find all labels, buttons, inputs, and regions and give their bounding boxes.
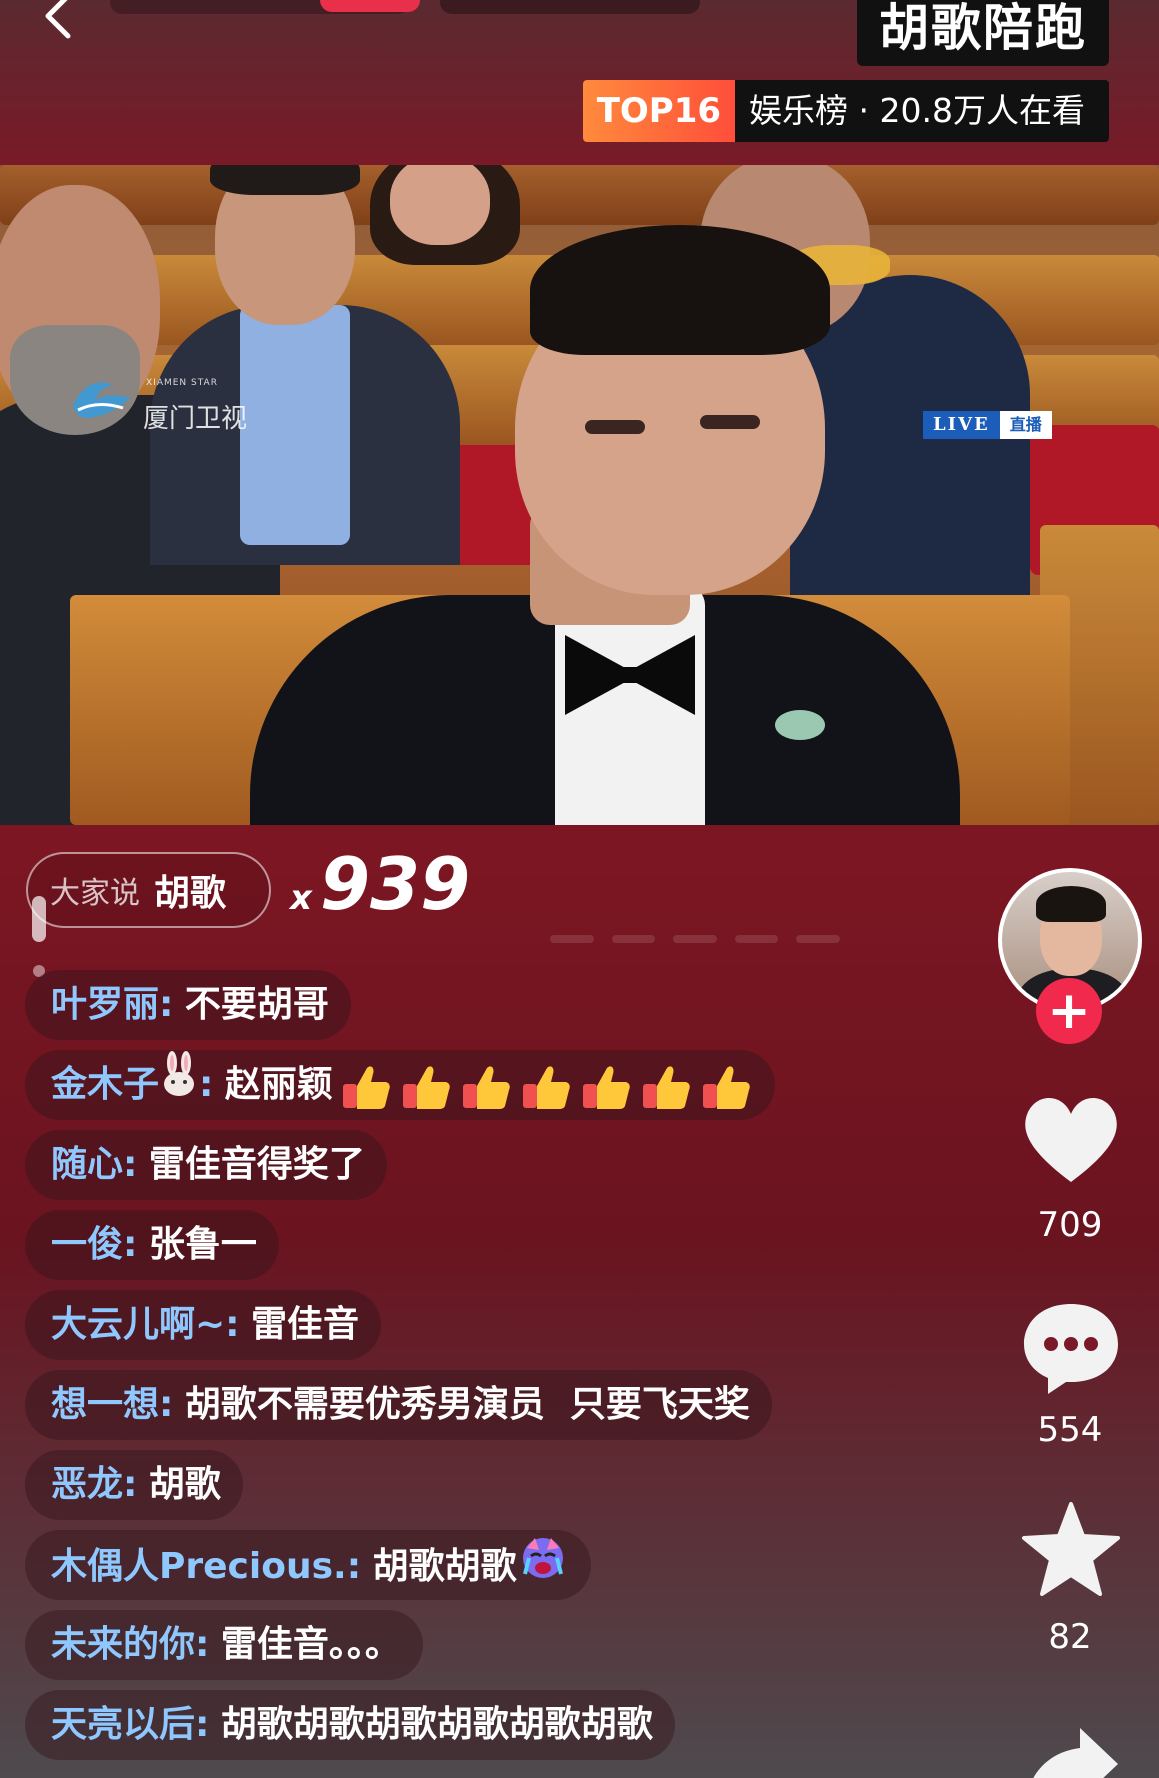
thumbs-group	[333, 1064, 753, 1109]
hot-keyword-count: x 939	[290, 842, 470, 926]
like-count: 709	[1037, 1205, 1103, 1245]
comment-text: 胡歌胡歌	[372, 1546, 517, 1587]
comment-text: 雷佳音	[251, 1304, 360, 1345]
live-tag: LIVE 直播	[923, 411, 1055, 439]
comment-user[interactable]: 金木子	[51, 1064, 159, 1105]
follow-anchor-button[interactable]	[320, 0, 420, 12]
rank-viewers-text: 娱乐榜 · 20.8万人在看	[735, 80, 1109, 142]
follow-plus-button[interactable]: +	[1036, 978, 1102, 1044]
thumbs-up-emoji-icon	[401, 1060, 453, 1112]
comment-item[interactable]: 大云儿啊~: 雷佳音	[25, 1290, 382, 1360]
audience-hair	[210, 165, 360, 195]
comment-text: 雷佳音得奖了	[148, 1144, 365, 1185]
comment-user[interactable]: 一俊:	[51, 1224, 137, 1265]
eye	[700, 415, 760, 429]
heart-icon[interactable]	[1018, 1090, 1124, 1190]
comment-user[interactable]: 叶罗丽:	[51, 984, 173, 1025]
thumbs-up-emoji-icon	[641, 1060, 693, 1112]
back-icon[interactable]	[36, 0, 86, 50]
comment-item[interactable]: 随心: 雷佳音得奖了	[25, 1130, 387, 1200]
crying-face-emoji-icon	[517, 1530, 569, 1606]
count-value: 939	[319, 842, 471, 926]
comment-user[interactable]: 未来的你:	[51, 1624, 209, 1665]
hot-keyword-label: 大家说	[50, 876, 140, 911]
audience-face	[390, 165, 490, 245]
channel-logo: XIAMEN STAR 厦门卫视	[68, 370, 258, 440]
comment-user[interactable]: 大云儿啊~:	[51, 1304, 240, 1345]
thumbs-up-emoji-icon	[461, 1060, 513, 1112]
comment-item[interactable]: 金木子: 赵丽颖	[25, 1050, 775, 1120]
share-icon[interactable]	[1018, 1718, 1124, 1778]
hot-keyword-pill[interactable]: 大家说 胡歌	[26, 852, 271, 928]
star-icon[interactable]	[1018, 1500, 1124, 1600]
comment-item[interactable]: 天亮以后: 胡歌胡歌胡歌胡歌胡歌胡歌	[25, 1690, 675, 1760]
comment-user[interactable]: 天亮以后:	[51, 1704, 209, 1745]
wave-logo-icon	[73, 382, 130, 418]
comment-user[interactable]: 恶龙:	[51, 1464, 137, 1505]
comment-text: 胡歌	[148, 1464, 221, 1505]
rank-banner[interactable]: TOP16 娱乐榜 · 20.8万人在看	[582, 80, 1109, 142]
faint-dashes	[550, 935, 840, 943]
thumbs-up-emoji-icon	[521, 1060, 573, 1112]
comment-text: 雷佳音。。。	[220, 1624, 401, 1665]
watermark-cn: 厦门卫视	[143, 404, 248, 434]
comment-text: 胡歌胡歌胡歌胡歌胡歌胡歌	[220, 1704, 653, 1745]
main-person-hair	[530, 225, 830, 355]
comment-count: 554	[1037, 1410, 1103, 1450]
comment-item[interactable]: 未来的你: 雷佳音。。。	[25, 1610, 423, 1680]
live-video[interactable]: XIAMEN STAR 厦门卫视 LIVE 直播	[0, 165, 1159, 825]
live-tag-cn: 直播	[999, 411, 1052, 439]
comment-text: 赵丽颖	[224, 1064, 333, 1105]
comment-scroll-handle[interactable]	[32, 896, 46, 942]
hot-keyword: 胡歌	[154, 873, 227, 914]
comment-text: 不要胡哥	[184, 984, 329, 1025]
comment-text: 胡歌不需要优秀男演员 只要飞天奖	[184, 1384, 750, 1425]
comment-item[interactable]: 想一想: 胡歌不需要优秀男演员 只要飞天奖	[25, 1370, 772, 1440]
seat-row	[0, 165, 1159, 225]
thumbs-up-emoji-icon	[341, 1060, 393, 1112]
comment-user-suffix: :	[199, 1064, 214, 1105]
count-prefix: x	[290, 878, 312, 918]
comment-text: 张鲁一	[148, 1224, 257, 1265]
comment-user[interactable]: 木偶人Precious.:	[51, 1546, 361, 1587]
comment-user[interactable]: 随心:	[51, 1144, 137, 1185]
brooch	[775, 710, 825, 740]
comment-item[interactable]: 恶龙: 胡歌	[25, 1450, 243, 1520]
anchor-info-strip[interactable]	[110, 0, 700, 18]
top-bar: 胡歌陪跑 TOP16 娱乐榜 · 20.8万人在看	[0, 0, 1159, 165]
watermark-en: XIAMEN STAR	[146, 378, 218, 388]
live-tag-en: LIVE	[923, 411, 1000, 439]
thumbs-up-emoji-icon	[581, 1060, 633, 1112]
comment-item[interactable]: 一俊: 张鲁一	[25, 1210, 279, 1280]
channel-title: 胡歌陪跑	[857, 0, 1109, 66]
comment-item[interactable]: 叶罗丽: 不要胡哥	[25, 970, 351, 1040]
favorite-count: 82	[1048, 1617, 1092, 1657]
thumbs-up-emoji-icon	[701, 1060, 753, 1112]
rabbit-emoji-icon	[159, 1051, 199, 1121]
eye	[585, 420, 645, 434]
audience-pill[interactable]	[440, 0, 700, 14]
avatar-hair	[1036, 886, 1106, 922]
rank-badge: TOP16	[582, 80, 736, 142]
comment-list[interactable]: 叶罗丽: 不要胡哥 金木子: 赵丽颖 随心: 雷佳音得奖了 一俊: 张鲁一 大云…	[25, 970, 925, 1770]
comment-bubble-icon[interactable]	[1018, 1298, 1124, 1398]
comment-user[interactable]: 想一想:	[51, 1384, 173, 1425]
comment-item[interactable]: 木偶人Precious.: 胡歌胡歌	[25, 1530, 591, 1600]
